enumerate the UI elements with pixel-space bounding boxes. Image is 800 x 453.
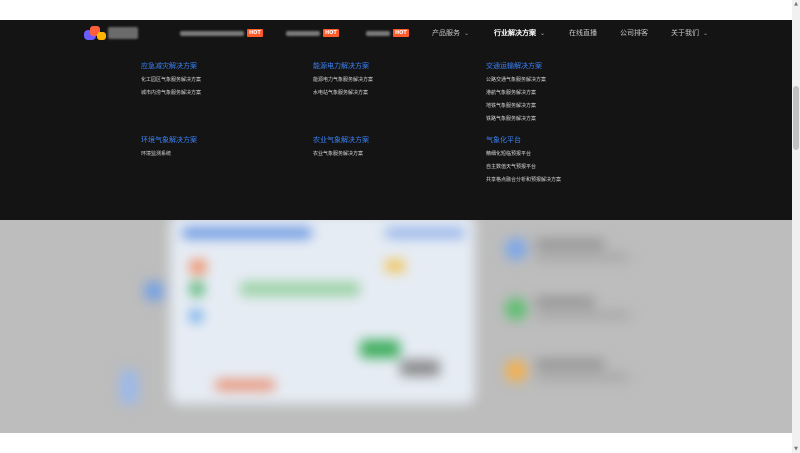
solution-group-title[interactable]: 气象化平台 [486, 135, 561, 145]
solution-link[interactable]: 水电站气象服务解决方案 [313, 90, 373, 97]
nav-item-label: 行业解决方案 [494, 29, 536, 37]
chevron-down-icon: ⌄ [464, 29, 470, 37]
logo-mark-icon [97, 32, 106, 40]
solution-link[interactable]: 公路交通气象服务解决方案 [486, 77, 546, 84]
logo-wordmark-redacted [108, 27, 138, 39]
solution-link[interactable]: 共享格点融合分析和预报解决方案 [486, 177, 561, 184]
solution-group-energy: 能源电力解决方案 能源电力气象服务解决方案 水电站气象服务解决方案 [313, 61, 373, 97]
solution-link[interactable]: 地铁气象服务解决方案 [486, 103, 546, 110]
solution-link[interactable]: 自主数值天气预报平台 [486, 164, 561, 171]
redacted-label [180, 30, 244, 36]
blurred-page-content [0, 220, 792, 433]
browser-viewport: HOT HOT HOT 产品服务 ⌄ 行业解决方案 ⌄ 在线直播 公司排客 关于… [0, 0, 800, 453]
hot-badge: HOT [247, 29, 263, 37]
solution-group-title[interactable]: 应急减灾解决方案 [141, 61, 201, 71]
solution-link[interactable]: 化工园区气象服务解决方案 [141, 77, 201, 84]
vertical-scrollbar[interactable]: ▲ ▼ [792, 0, 800, 453]
nav-item-label: 产品服务 [432, 29, 460, 37]
solution-link[interactable]: 铁路气象服务解决方案 [486, 116, 546, 123]
redacted-label [286, 30, 320, 36]
solution-group-transport: 交通运输解决方案 公路交通气象服务解决方案 港航气象服务解决方案 地铁气象服务解… [486, 61, 546, 123]
solution-link[interactable]: 环境监测系统 [141, 151, 197, 158]
solution-link[interactable]: 农业气象服务解决方案 [313, 151, 369, 158]
solution-group-platform: 气象化平台 精细化短临预报平台 自主数值天气预报平台 共享格点融合分析和预报解决… [486, 135, 561, 184]
nav-item-label: 公司排客 [620, 29, 648, 37]
nav-item-solutions[interactable]: 行业解决方案 ⌄ [494, 20, 545, 46]
scroll-down-arrow-icon[interactable]: ▼ [792, 445, 800, 453]
solution-link[interactable]: 能源电力气象服务解决方案 [313, 77, 373, 84]
chevron-down-icon: ⌄ [540, 29, 546, 37]
chevron-down-icon: ⌄ [703, 29, 709, 37]
solution-group-title[interactable]: 能源电力解决方案 [313, 61, 373, 71]
redacted-label [366, 30, 390, 36]
scroll-up-arrow-icon[interactable]: ▲ [792, 0, 800, 8]
solution-link[interactable]: 城市内涝气象服务解决方案 [141, 90, 201, 97]
nav-item-products[interactable]: 产品服务 ⌄ [432, 20, 469, 46]
nav-item-redacted-3[interactable]: HOT [366, 20, 409, 46]
page-top-strip [0, 0, 792, 20]
solutions-dropdown-panel: 应急减灾解决方案 化工园区气象服务解决方案 城市内涝气象服务解决方案 能源电力解… [0, 46, 792, 220]
hot-badge: HOT [393, 29, 409, 37]
page-bottom-strip [0, 433, 792, 453]
nav-item-live[interactable]: 在线直播 [569, 20, 597, 46]
solution-group-title[interactable]: 农业气象解决方案 [313, 135, 369, 145]
nav-item-label: 关于我们 [671, 29, 699, 37]
solution-link[interactable]: 港航气象服务解决方案 [486, 90, 546, 97]
nav-item-label: 在线直播 [569, 29, 597, 37]
solution-group-title[interactable]: 交通运输解决方案 [486, 61, 546, 71]
nav-item-about[interactable]: 关于我们 ⌄ [671, 20, 708, 46]
scrollbar-thumb[interactable] [793, 86, 799, 150]
solution-group-environment: 环境气象解决方案 环境监测系统 [141, 135, 197, 158]
nav-item-redacted-1[interactable]: HOT [180, 20, 263, 46]
top-navigation-bar: HOT HOT HOT 产品服务 ⌄ 行业解决方案 ⌄ 在线直播 公司排客 关于… [0, 20, 792, 46]
blurred-background-image [0, 220, 792, 433]
solution-link[interactable]: 精细化短临预报平台 [486, 151, 561, 158]
hot-badge: HOT [323, 29, 339, 37]
solution-group-agriculture: 农业气象解决方案 农业气象服务解决方案 [313, 135, 369, 158]
nav-item-redacted-2[interactable]: HOT [286, 20, 339, 46]
solution-group-emergency: 应急减灾解决方案 化工园区气象服务解决方案 城市内涝气象服务解决方案 [141, 61, 201, 97]
site-logo[interactable] [84, 24, 138, 42]
nav-item-company[interactable]: 公司排客 [620, 20, 648, 46]
solution-group-title[interactable]: 环境气象解决方案 [141, 135, 197, 145]
